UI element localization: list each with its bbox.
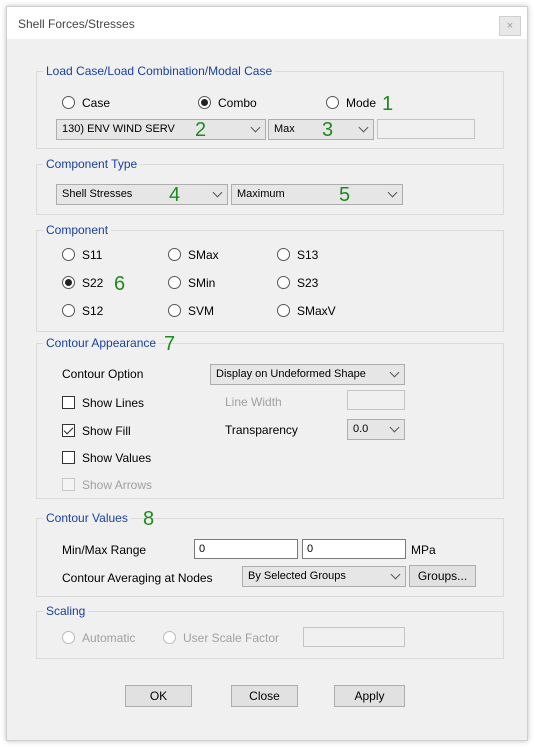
close-window-button[interactable]: × bbox=[499, 16, 521, 36]
chevron-down-icon bbox=[389, 367, 400, 378]
shell-forces-dialog: Shell Forces/Stresses × Load Case/Load C… bbox=[6, 6, 528, 741]
transparency-label: Transparency bbox=[225, 423, 298, 437]
chevron-down-icon bbox=[212, 187, 223, 198]
show-fill-label: Show Fill bbox=[82, 424, 131, 438]
smin-label: SMin bbox=[188, 276, 216, 290]
chevron-down-icon bbox=[389, 422, 400, 433]
contour-averaging-label: Contour Averaging at Nodes bbox=[62, 571, 213, 585]
smax-label: SMax bbox=[188, 248, 219, 262]
chevron-down-icon bbox=[250, 122, 261, 133]
load-case-group-title: Load Case/Load Combination/Modal Case bbox=[43, 64, 276, 78]
load-case-group: Load Case/Load Combination/Modal Case Ca… bbox=[36, 64, 504, 149]
step-dropdown-value: Max bbox=[274, 123, 295, 135]
line-width-field[interactable] bbox=[347, 390, 405, 410]
contour-option-value: Display on Undeformed Shape bbox=[216, 368, 366, 380]
component-subtype-value: Maximum bbox=[237, 188, 285, 200]
line-width-label: Line Width bbox=[225, 395, 282, 409]
contour-option-dropdown[interactable]: Display on Undeformed Shape bbox=[210, 364, 405, 385]
smin-radio[interactable] bbox=[168, 276, 181, 289]
step-dropdown[interactable]: Max bbox=[268, 119, 374, 140]
chevron-down-icon bbox=[387, 187, 398, 198]
title-bar: Shell Forces/Stresses × bbox=[7, 7, 527, 39]
combo-radio[interactable] bbox=[198, 96, 211, 109]
mode-number-field[interactable] bbox=[377, 119, 475, 139]
s23-radio[interactable] bbox=[277, 276, 290, 289]
show-fill-checkbox[interactable] bbox=[62, 424, 75, 437]
contour-appearance-title: Contour Appearance bbox=[43, 336, 160, 350]
case-dropdown[interactable]: 130) ENV WIND SERV bbox=[56, 119, 266, 140]
annotation-7: 7 bbox=[164, 333, 176, 355]
show-lines-checkbox[interactable] bbox=[62, 396, 75, 409]
component-group: Component S11 SMax S13 S22 6 SMin S23 S1… bbox=[36, 223, 504, 332]
scaling-title: Scaling bbox=[43, 604, 89, 618]
contour-appearance-group: Contour Appearance 7 Contour Option Disp… bbox=[36, 334, 504, 499]
s13-label: S13 bbox=[297, 248, 319, 262]
contour-averaging-value: By Selected Groups bbox=[248, 570, 346, 582]
s12-label: S12 bbox=[82, 304, 104, 318]
show-lines-label: Show Lines bbox=[82, 396, 145, 410]
smax-radio[interactable] bbox=[168, 248, 181, 261]
s11-label: S11 bbox=[82, 248, 103, 262]
component-type-group: Component Type Shell Stresses 4 Maximum … bbox=[36, 157, 504, 215]
transparency-value: 0.0 bbox=[353, 423, 369, 435]
max-value-field[interactable]: 0 bbox=[302, 539, 406, 559]
component-type-title: Component Type bbox=[43, 157, 141, 171]
min-max-range-label: Min/Max Range bbox=[62, 543, 147, 557]
chevron-down-icon bbox=[390, 569, 401, 580]
s12-radio[interactable] bbox=[62, 304, 75, 317]
apply-button[interactable]: Apply bbox=[334, 685, 405, 707]
transparency-dropdown[interactable]: 0.0 bbox=[347, 419, 405, 440]
scaling-group: Scaling Automatic User Scale Factor bbox=[36, 604, 504, 659]
s22-label: S22 bbox=[82, 276, 104, 290]
s22-radio[interactable] bbox=[62, 276, 75, 289]
annotation-1: 1 bbox=[382, 93, 394, 115]
case-dropdown-value: 130) ENV WIND SERV bbox=[62, 123, 175, 135]
case-radio[interactable] bbox=[62, 96, 75, 109]
show-values-checkbox[interactable] bbox=[62, 451, 75, 464]
show-arrows-label: Show Arrows bbox=[82, 478, 153, 492]
smaxv-radio[interactable] bbox=[277, 304, 290, 317]
s23-label: S23 bbox=[297, 276, 319, 290]
automatic-radio[interactable] bbox=[62, 631, 75, 644]
contour-averaging-dropdown[interactable]: By Selected Groups bbox=[242, 566, 406, 587]
min-value-field[interactable]: 0 bbox=[194, 539, 298, 559]
annotation-2: 2 bbox=[195, 119, 207, 141]
contour-values-title: Contour Values bbox=[43, 511, 131, 525]
automatic-label: Automatic bbox=[82, 631, 136, 645]
show-values-label: Show Values bbox=[82, 451, 152, 465]
annotation-5: 5 bbox=[339, 184, 351, 206]
svm-label: SVM bbox=[188, 304, 215, 318]
annotation-4: 4 bbox=[169, 184, 181, 206]
window-title: Shell Forces/Stresses bbox=[18, 17, 135, 31]
range-unit-label: MPa bbox=[411, 543, 436, 557]
component-type-value: Shell Stresses bbox=[62, 188, 133, 200]
chevron-down-icon bbox=[358, 122, 369, 133]
s13-radio[interactable] bbox=[277, 248, 290, 261]
svm-radio[interactable] bbox=[168, 304, 181, 317]
ok-button[interactable]: OK bbox=[125, 685, 192, 707]
mode-radio[interactable] bbox=[326, 96, 339, 109]
case-radio-label: Case bbox=[82, 96, 111, 110]
smaxv-label: SMaxV bbox=[297, 304, 336, 318]
close-button[interactable]: Close bbox=[231, 685, 298, 707]
user-scale-label: User Scale Factor bbox=[183, 631, 280, 645]
mode-radio-label: Mode bbox=[346, 96, 377, 110]
annotation-8: 8 bbox=[143, 508, 155, 530]
scale-factor-field[interactable] bbox=[303, 627, 405, 647]
s11-radio[interactable] bbox=[62, 248, 75, 261]
user-scale-radio[interactable] bbox=[163, 631, 176, 644]
show-arrows-checkbox[interactable] bbox=[62, 478, 75, 491]
contour-option-label: Contour Option bbox=[62, 367, 144, 381]
groups-button[interactable]: Groups... bbox=[409, 565, 476, 587]
contour-values-group: Contour Values 8 Min/Max Range 0 0 MPa C… bbox=[36, 509, 504, 597]
component-type-dropdown[interactable]: Shell Stresses bbox=[56, 184, 228, 205]
annotation-3: 3 bbox=[322, 119, 334, 141]
component-subtype-dropdown[interactable]: Maximum bbox=[231, 184, 403, 205]
combo-radio-label: Combo bbox=[218, 96, 257, 110]
annotation-6: 6 bbox=[114, 273, 126, 295]
component-group-title: Component bbox=[43, 223, 112, 237]
